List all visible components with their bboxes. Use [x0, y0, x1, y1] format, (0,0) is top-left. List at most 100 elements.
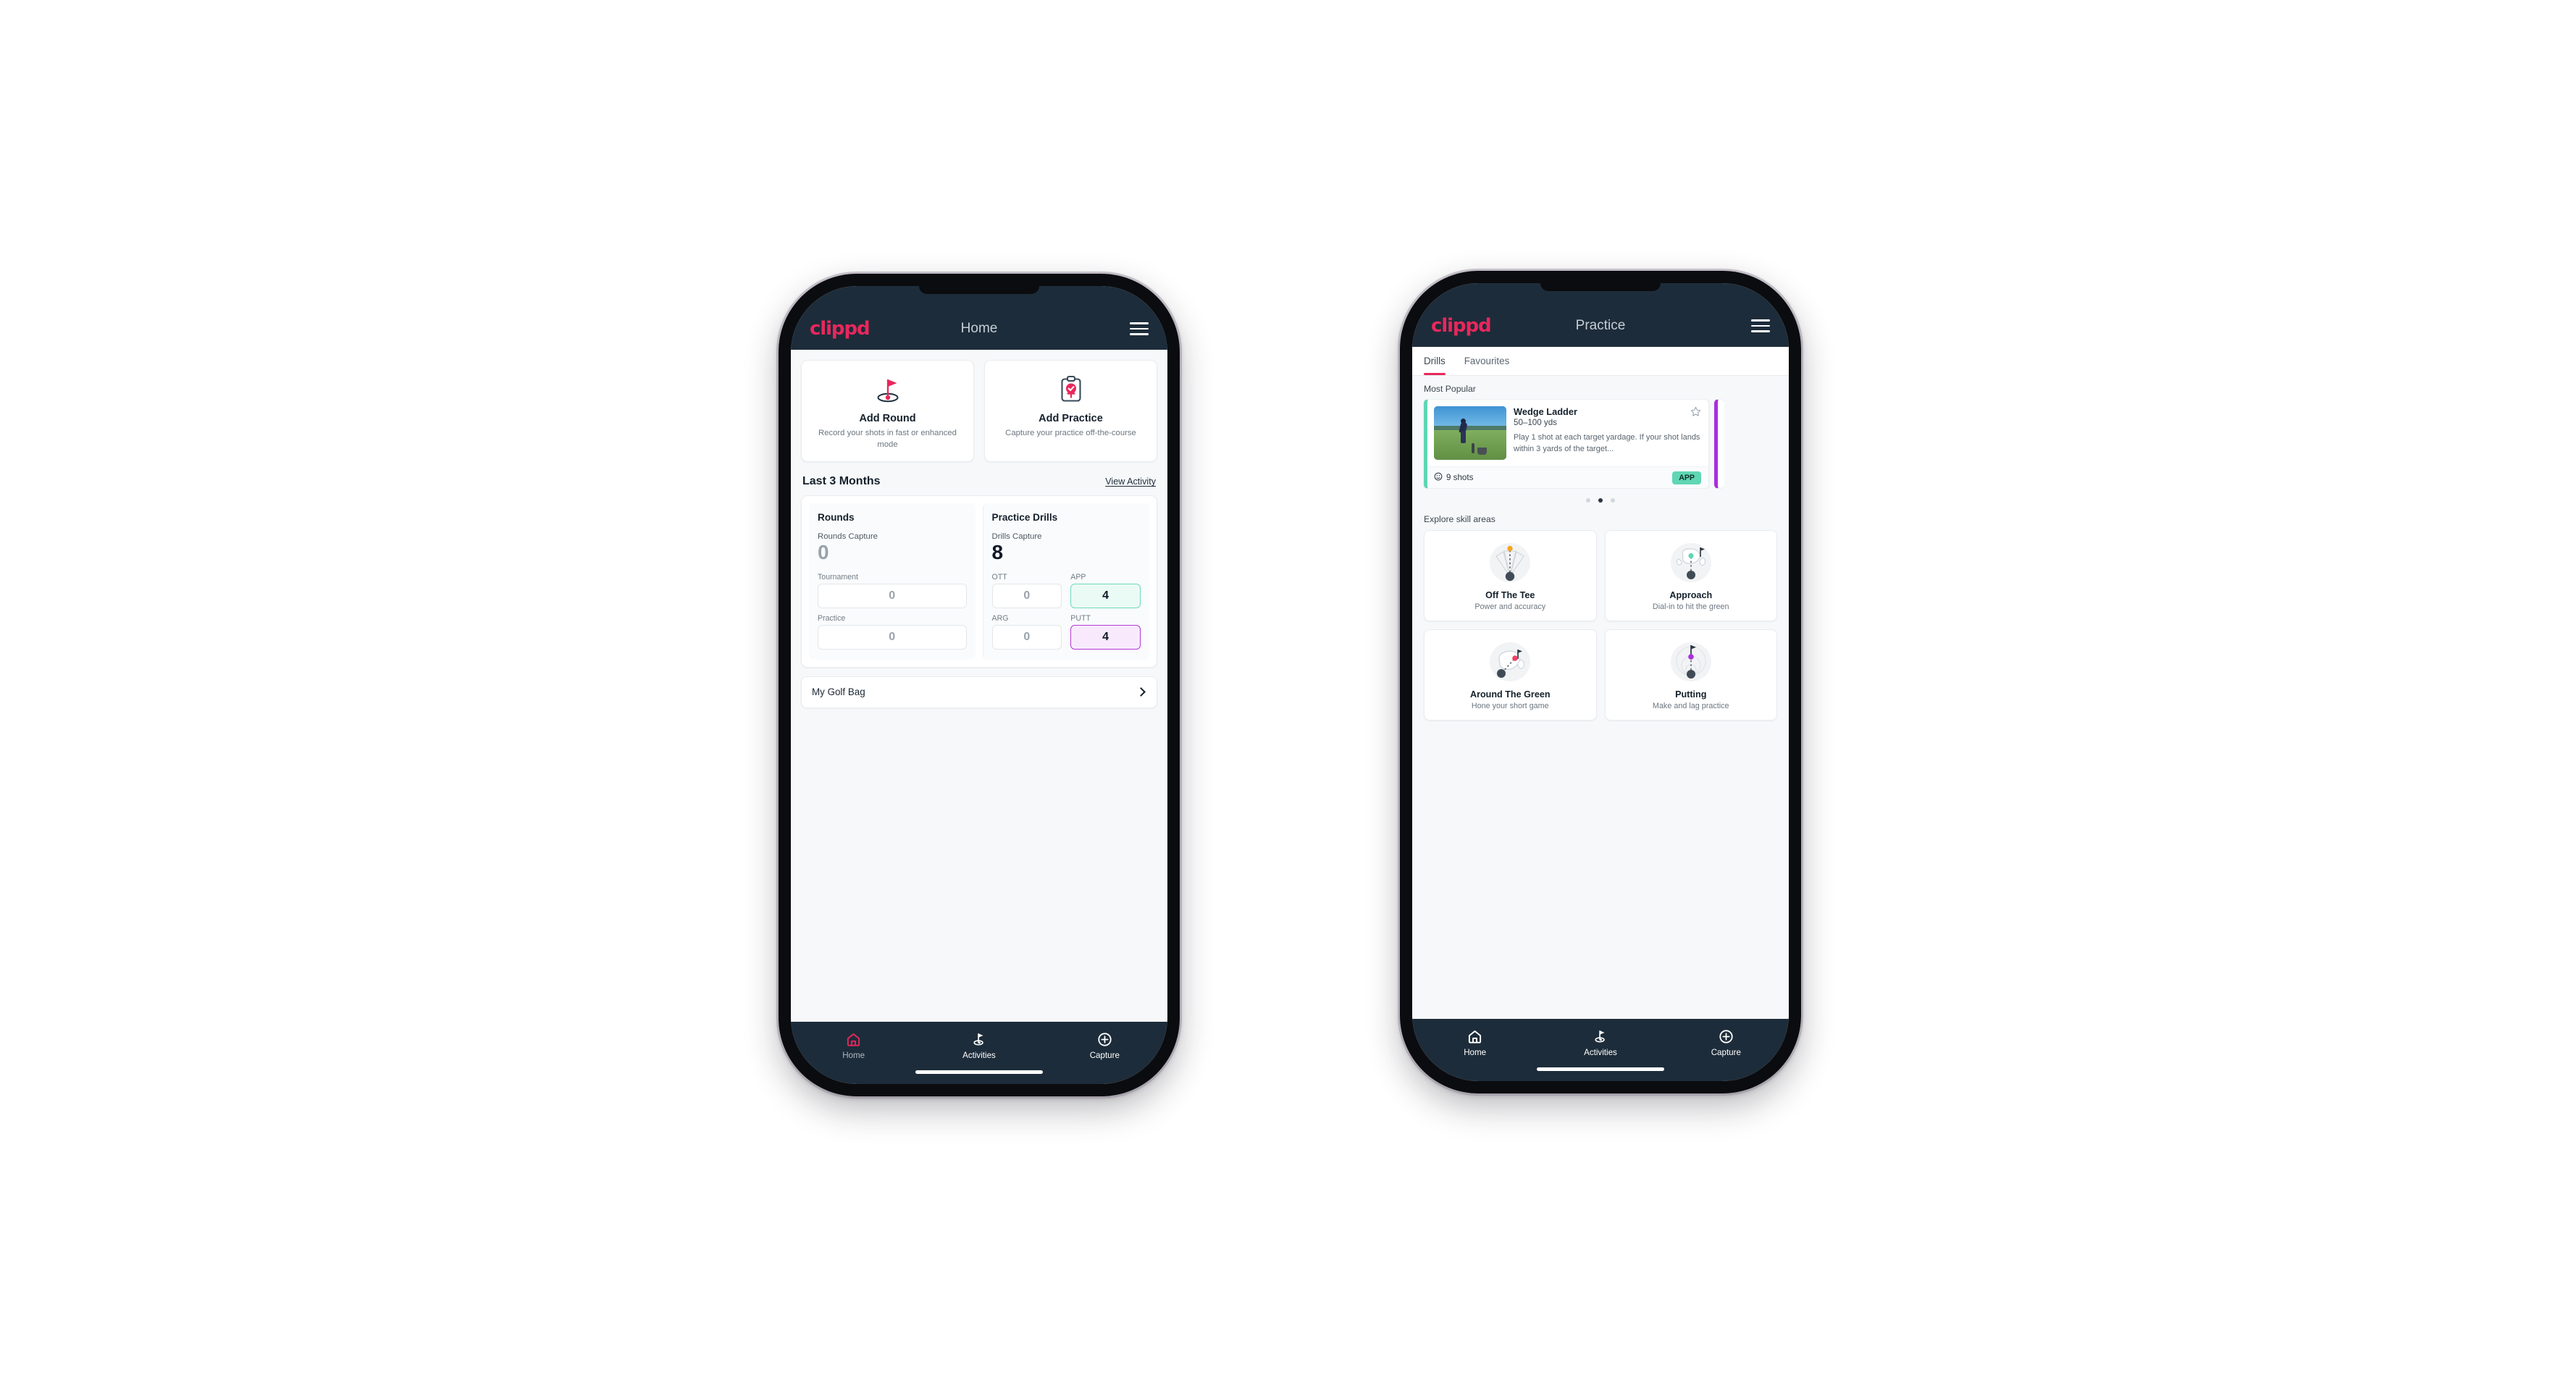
clippd-logo[interactable]: clippd [1431, 316, 1492, 335]
nav-item-capture[interactable]: Capture [1664, 1028, 1789, 1057]
drill-shots-label: 9 shots [1446, 473, 1474, 482]
nav-label-home: Home [1464, 1048, 1487, 1057]
my-golf-bag-label: My Golf Bag [812, 686, 865, 698]
skill-card-off-the-tee[interactable]: Off The Tee Power and accuracy [1424, 530, 1597, 621]
star-outline-icon[interactable] [1690, 406, 1701, 417]
ott-label: OTT [991, 572, 1007, 581]
nav-label-activities: Activities [1584, 1048, 1617, 1057]
drill-stat-arg[interactable]: ARG 0 [991, 613, 1062, 650]
screen-practice: clippd Practice Drills Favourites Most P… [1412, 283, 1789, 1081]
home-indicator [1537, 1067, 1664, 1071]
add-practice-card[interactable]: Add Practice Capture your practice off-t… [984, 360, 1157, 463]
tab-drills[interactable]: Drills [1424, 347, 1453, 375]
practice-tabbar: Drills Favourites [1412, 347, 1789, 376]
device-notch [1540, 283, 1661, 291]
rounds-column: Rounds Rounds Capture 0 Tournament 0 Pra… [809, 503, 976, 660]
tab-drills-label: Drills [1424, 356, 1446, 366]
nav-item-home[interactable]: Home [791, 1031, 916, 1060]
phone-mockup-practice: clippd Practice Drills Favourites Most P… [1398, 269, 1803, 1096]
appbar-home: clippd Home [791, 286, 1167, 350]
putt-label: PUTT [1070, 613, 1091, 623]
skill-subtitle: Dial-in to hit the green [1652, 602, 1729, 611]
nav-label-capture: Capture [1089, 1051, 1120, 1060]
screenshot-canvas: clippd Home Add Round Record your shots … [0, 0, 2576, 1386]
add-round-subtitle: Record your shots in fast or enhanced mo… [818, 429, 957, 449]
drill-text-block: Wedge Ladder 50–100 yds Play 1 shot at e… [1514, 406, 1701, 460]
home-icon [1467, 1028, 1482, 1044]
nav-label-activities: Activities [962, 1051, 996, 1060]
drill-category-badge: APP [1672, 471, 1701, 484]
nav-item-activities[interactable]: Activities [916, 1031, 1041, 1060]
tab-favourites-label: Favourites [1464, 356, 1510, 366]
skill-subtitle: Power and accuracy [1474, 602, 1546, 611]
golf-flag-icon [971, 1031, 987, 1047]
skill-card-approach[interactable]: Approach Dial-in to hit the green [1604, 530, 1777, 621]
carousel-dots[interactable] [1412, 489, 1789, 503]
drill-stat-putt[interactable]: PUTT 4 [1070, 614, 1141, 650]
app-value: 4 [1070, 583, 1141, 608]
skill-card-around-the-green[interactable]: Around The Green Hone your short game [1424, 629, 1597, 721]
phone-mockup-home: clippd Home Add Round Record your shots … [776, 272, 1182, 1099]
add-practice-title: Add Practice [1039, 413, 1103, 424]
tournament-value: 0 [818, 583, 967, 608]
skill-card-putting[interactable]: Putting Make and lag practice [1604, 629, 1777, 721]
arg-label: ARG [991, 613, 1009, 623]
drills-capture-value: 8 [991, 541, 1004, 564]
nav-item-home[interactable]: Home [1412, 1028, 1537, 1057]
nav-label-capture: Capture [1711, 1048, 1741, 1057]
chevron-right-icon [1136, 687, 1146, 697]
rounds-title: Rounds [818, 512, 855, 524]
tab-favourites[interactable]: Favourites [1464, 347, 1517, 375]
skill-title: Around The Green [1469, 689, 1551, 700]
skill-subtitle: Hone your short game [1471, 702, 1549, 710]
golf-flag-icon [1593, 1028, 1608, 1044]
drill-shots: 9 shots [1434, 472, 1473, 483]
tee-dispersion-icon [1430, 539, 1590, 586]
hamburger-icon[interactable] [1751, 319, 1770, 332]
rounds-tournament-stat[interactable]: Tournament 0 [818, 573, 967, 608]
drill-carousel[interactable]: Wedge Ladder 50–100 yds Play 1 shot at e… [1412, 399, 1789, 489]
nav-item-capture[interactable]: Capture [1042, 1031, 1167, 1060]
drill-title: Wedge Ladder [1514, 406, 1577, 417]
explore-skill-areas-label: Explore skill areas [1424, 514, 1495, 524]
drill-card-wedge-ladder[interactable]: Wedge Ladder 50–100 yds Play 1 shot at e… [1424, 399, 1709, 489]
drill-yardage: 50–100 yds [1514, 418, 1557, 427]
drill-thumbnail [1434, 406, 1506, 460]
screen-home: clippd Home Add Round Record your shots … [791, 286, 1167, 1084]
skill-title: Putting [1675, 689, 1707, 700]
drill-stat-ott[interactable]: OTT 0 [991, 572, 1062, 608]
tournament-label: Tournament [818, 572, 858, 581]
add-round-title: Add Round [859, 413, 916, 424]
bottom-nav-practice: Home Activities Capture [1412, 1019, 1789, 1081]
skill-areas-grid: Off The Tee Power and accuracy Approach … [1412, 530, 1789, 721]
plus-circle-icon [1719, 1028, 1734, 1044]
app-label: APP [1070, 572, 1086, 581]
clipboard-check-tee-icon [992, 373, 1149, 406]
clippd-logo[interactable]: clippd [810, 319, 870, 338]
home-content: Add Round Record your shots in fast or e… [791, 350, 1167, 1022]
golf-flag-hole-icon [809, 373, 966, 406]
last-3-months-header: Last 3 Months View Activity [791, 462, 1167, 495]
view-activity-link[interactable]: View Activity [1105, 476, 1156, 487]
most-popular-label: Most Popular [1424, 384, 1476, 394]
drill-card-next-peek[interactable] [1714, 399, 1724, 489]
hamburger-icon[interactable] [1130, 322, 1149, 335]
practice-value: 0 [818, 624, 967, 650]
my-golf-bag-row[interactable]: My Golf Bag [801, 676, 1157, 708]
practice-spacer [1412, 721, 1789, 1019]
rounds-capture-label: Rounds Capture [818, 532, 878, 542]
home-icon [846, 1031, 861, 1047]
nav-item-activities[interactable]: Activities [1537, 1028, 1663, 1057]
skill-title: Approach [1669, 590, 1713, 600]
bottom-nav-home: Home Activities Capture [791, 1022, 1167, 1084]
add-round-card[interactable]: Add Round Record your shots in fast or e… [801, 360, 974, 463]
arg-value: 0 [991, 624, 1062, 650]
stats-card: Rounds Rounds Capture 0 Tournament 0 Pra… [801, 495, 1157, 668]
drills-title: Practice Drills [991, 512, 1058, 524]
skill-title: Off The Tee [1485, 590, 1535, 600]
home-indicator [915, 1070, 1043, 1074]
rounds-practice-stat[interactable]: Practice 0 [818, 614, 967, 650]
drill-stat-app[interactable]: APP 4 [1070, 573, 1141, 608]
section-title: Last 3 Months [802, 475, 881, 488]
chip-green-icon [1430, 639, 1590, 685]
